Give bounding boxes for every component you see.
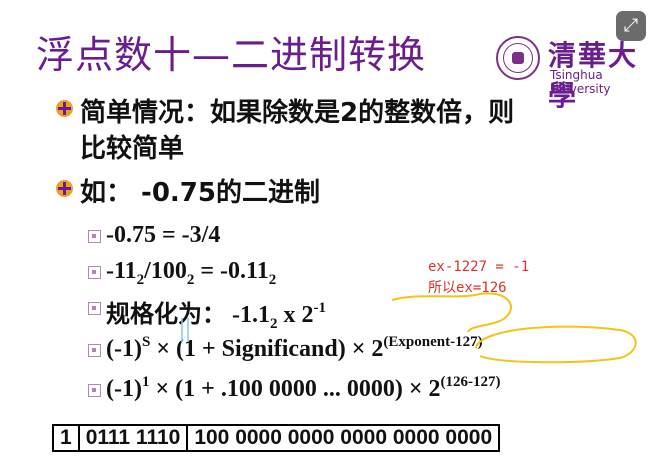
- cursor-mark: [181, 318, 189, 342]
- exponent-bits: 0111 1110: [80, 426, 189, 450]
- mantissa-bits: 100 0000 0000 0000 0000 0000: [194, 426, 493, 449]
- sign-bit: 1: [54, 426, 80, 450]
- highlight-ellipse: [475, 325, 637, 364]
- ieee754-bit-fields: 1 0111 1110 100 0000 0000 0000 0000 0000: [52, 424, 501, 452]
- highlight-curve: [391, 292, 512, 333]
- annotation-strokes: [181, 292, 637, 364]
